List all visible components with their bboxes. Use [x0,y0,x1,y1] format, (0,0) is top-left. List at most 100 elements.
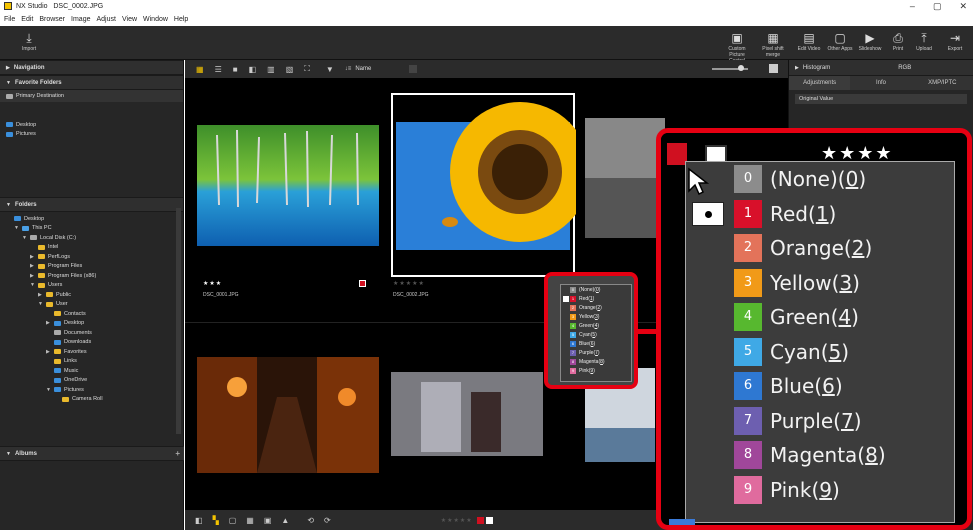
expand-icon[interactable]: ▶ [38,292,46,298]
import-button[interactable]: ⤓ Import [22,30,36,52]
label-menu-item-green[interactable]: 4 Green(4) [686,300,954,335]
sort-icon[interactable]: ↓≡ [345,66,352,72]
folder-tree-item[interactable]: ▶ Program Files (x86) [0,271,183,281]
histogram-icon[interactable]: ▲ [281,516,289,525]
tab-adjustments[interactable]: Adjustments [789,76,851,90]
close-button[interactable]: ✕ [959,1,967,12]
map-view-icon[interactable]: ▧ [286,65,294,74]
tab-xmp-iptc[interactable]: XMP/IPTC [912,76,973,90]
large-thumbnail-icon[interactable] [769,64,778,73]
navigation-header[interactable]: ▶ Navigation [0,60,183,75]
rating-stars[interactable]: ★★★★★ [393,280,425,287]
folder-tree-item[interactable]: ▶ Favorites [0,347,183,357]
edit-video-button[interactable]: ▤ Edit Video [796,30,822,52]
menu-adjust[interactable]: Adjust [97,16,116,23]
expand-icon[interactable]: ▶ [30,254,38,260]
collapse-icon[interactable]: ▼ [14,225,22,231]
collapse-icon[interactable]: ▼ [38,301,46,307]
label-menu-item-none[interactable]: 0 (None)(0) [686,162,954,197]
tab-info[interactable]: Info [850,76,911,90]
thumbnail-forest-lake[interactable] [197,125,379,246]
bottom-rating-stars[interactable]: ★★★★★ [441,517,473,524]
other-apps-button[interactable]: ▢ Other Apps [826,30,854,52]
label-menu-item-small[interactable]: 3 Yellow(3) [561,312,631,321]
grid-icon[interactable]: ▦ [246,516,254,525]
folder-tree-item[interactable]: ▶ Program Files [0,262,183,272]
label-menu-item-magenta[interactable]: 8 Magenta(8) [686,438,954,473]
label-red-badge[interactable] [359,280,366,287]
collapse-icon[interactable]: ▼ [30,282,38,288]
histogram-header[interactable]: ▶ Histogram RGB [789,60,973,76]
folder-tree-item[interactable]: ▶ Desktop [0,319,183,329]
preset-select[interactable]: Original Value [795,94,967,104]
expand-icon[interactable]: ▶ [46,349,54,355]
thumbnail-night-alley[interactable] [197,357,379,473]
label-menu-item-small[interactable]: 1 Red(1) [561,294,631,303]
label-menu-item-blue[interactable]: 6 Blue(6) [686,369,954,404]
custom-picture-control-button[interactable]: ▣ Custom Picture Control [722,30,752,64]
expand-icon[interactable]: ▶ [46,320,54,326]
folder-tree-item[interactable]: Music [0,366,183,376]
menu-view[interactable]: View [122,16,137,23]
rotate-left-icon[interactable]: ⟲ [307,516,314,525]
label-menu-item-cyan[interactable]: 5 Cyan(5) [686,335,954,370]
folder-tree-item[interactable]: ▼ Users [0,281,183,291]
folder-tree-item[interactable]: Intel [0,243,183,253]
label-menu-item-orange[interactable]: 2 Orange(2) [686,231,954,266]
folder-tree-item[interactable]: ▶ Public [0,290,183,300]
grid-view-icon[interactable]: ▦ [196,65,204,74]
folder-tree-item[interactable]: Links [0,357,183,367]
expand-icon[interactable]: ▶ [30,263,38,269]
pixel-shift-merge-button[interactable]: ▦ Pixel shift merge [756,30,790,58]
export-button[interactable]: ⇥ Export [944,30,966,52]
folder-tree-item[interactable]: ▼ Local Disk (C:) [0,233,183,243]
full-screen-icon[interactable]: ⛶ [304,64,310,74]
label-menu-item-small[interactable]: 4 Green(4) [561,321,631,330]
primary-destination[interactable]: Primary Destination [0,90,183,102]
collapse-icon[interactable]: ▼ [46,387,54,393]
menu-help[interactable]: Help [174,16,188,23]
single-view-icon[interactable]: ■ [233,65,238,74]
maximize-button[interactable]: ▢ [933,1,942,12]
stack-icon[interactable]: ▚ [213,516,219,525]
label-menu-item-small[interactable]: 2 Orange(2) [561,303,631,312]
favorite-folders-header[interactable]: ▼ Favorite Folders [0,75,183,90]
label-menu-item-small[interactable]: 5 Cyan(5) [561,330,631,339]
label-menu-item-purple[interactable]: 7 Purple(7) [686,404,954,439]
favorite-desktop[interactable]: Desktop [0,120,183,130]
print-button[interactable]: ⎙ Print [890,30,906,52]
label-menu-item-pink[interactable]: 9 Pink(9) [686,473,954,508]
rating-stars[interactable]: ★★★ [203,280,222,287]
minimize-button[interactable]: – [910,1,915,11]
label-menu-item-small[interactable]: 0 (None)(0) [561,285,631,294]
label-menu-item-small[interactable]: 7 Purple(7) [561,348,631,357]
compare-view-icon[interactable]: ◧ [249,65,257,74]
folder-tree-item[interactable]: Documents [0,328,183,338]
folder-tree-item[interactable]: OneDrive [0,376,183,386]
protect-icon[interactable] [485,516,493,524]
thumbnail-sunflower[interactable] [390,92,576,278]
menu-edit[interactable]: Edit [21,16,33,23]
folder-scrollbar[interactable] [176,208,181,434]
slideshow-button[interactable]: ▶ Slideshow [858,30,882,52]
thumbnail-motion-blur[interactable] [391,372,543,456]
folder-tree-item[interactable]: ▼ User [0,300,183,310]
menu-file[interactable]: File [4,16,15,23]
folder-tree-item[interactable]: Desktop [0,214,183,224]
expand-icon[interactable]: ▶ [30,273,38,279]
add-album-icon[interactable]: + [175,449,180,458]
label-menu-item-yellow[interactable]: 3 Yellow(3) [686,266,954,301]
thumbnail-monochrome-sea[interactable] [585,118,665,238]
folders-header[interactable]: ▼ Folders [0,197,183,212]
info-icon[interactable]: ▣ [264,516,272,525]
folder-tree-item[interactable]: ▼ This PC [0,224,183,234]
sort-dropdown[interactable] [409,65,418,73]
slider-knob[interactable] [738,65,744,71]
list-view-icon[interactable]: ☰ [215,65,222,74]
select-icon[interactable]: ◧ [195,516,203,525]
label-menu-item-small[interactable]: 8 Magenta(8) [561,357,631,366]
menu-image[interactable]: Image [71,16,90,23]
collapse-icon[interactable]: ▼ [22,235,30,241]
folder-tree-item[interactable]: Contacts [0,309,183,319]
folder-tree-item[interactable]: Camera Roll [0,395,183,405]
